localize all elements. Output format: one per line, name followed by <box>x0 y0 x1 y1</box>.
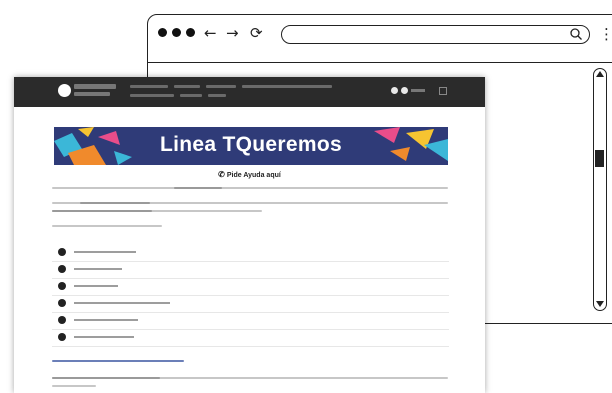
bullet-icon <box>58 265 66 273</box>
phone-icon: ✆ <box>218 170 225 179</box>
header-nav <box>130 85 332 89</box>
page-screenshot: Linea TQueremos ✆ Pide Ayuda aquí <box>14 77 485 393</box>
nav-item[interactable] <box>130 85 168 88</box>
nav-item[interactable] <box>130 94 174 97</box>
bullet-icon <box>58 333 66 341</box>
list-item[interactable] <box>52 296 449 313</box>
list-item-label <box>74 336 134 338</box>
window-dot[interactable] <box>172 28 181 37</box>
text-line <box>52 187 448 189</box>
browser-toolbar: ← → ⟳ ⋮ <box>148 15 612 63</box>
scroll-down-arrow-icon[interactable] <box>596 301 604 307</box>
list-item[interactable] <box>52 330 449 347</box>
bullet-icon <box>58 316 66 324</box>
nav-item[interactable] <box>180 94 202 97</box>
list-item[interactable] <box>52 313 449 330</box>
bullet-icon <box>58 299 66 307</box>
help-link[interactable]: ✆ Pide Ayuda aquí <box>14 170 485 179</box>
list-item-label <box>74 319 138 321</box>
link-line[interactable] <box>52 360 184 362</box>
language-selector[interactable] <box>411 89 425 92</box>
scrollbar[interactable] <box>593 68 607 311</box>
site-logo-text <box>74 84 116 89</box>
text-line-bold <box>52 210 152 212</box>
nav-item[interactable] <box>174 85 200 88</box>
banner-title: Linea TQueremos <box>160 133 342 156</box>
address-bar[interactable] <box>281 25 590 44</box>
back-arrow-icon[interactable]: ← <box>204 26 217 41</box>
text-line <box>52 385 96 387</box>
nav-item[interactable] <box>208 94 226 97</box>
menu-kebab-icon[interactable]: ⋮ <box>599 25 612 43</box>
divider <box>52 346 449 347</box>
list-item-label <box>74 285 118 287</box>
window-dot[interactable] <box>158 28 167 37</box>
nav-item[interactable] <box>206 85 236 88</box>
social-icon[interactable] <box>391 87 398 94</box>
hero-banner: Linea TQueremos <box>54 127 448 165</box>
bullet-icon <box>58 282 66 290</box>
site-logo-subtext <box>74 92 110 96</box>
hamburger-menu-icon[interactable] <box>439 87 447 95</box>
scrollbar-thumb[interactable] <box>595 150 604 167</box>
social-icon[interactable] <box>401 87 408 94</box>
list-item-label <box>74 251 136 253</box>
text-line <box>52 225 162 227</box>
nav-item[interactable] <box>242 85 332 88</box>
list-item-label <box>74 268 122 270</box>
text-line-bold <box>174 187 222 189</box>
text-line-bold <box>80 202 150 204</box>
search-icon[interactable] <box>569 27 583 41</box>
scroll-up-arrow-icon[interactable] <box>596 71 604 77</box>
header-nav-row2 <box>130 94 226 98</box>
bullet-icon <box>58 248 66 256</box>
list-item[interactable] <box>52 262 449 279</box>
help-link-label: Pide Ayuda aquí <box>226 172 281 179</box>
window-dot[interactable] <box>186 28 195 37</box>
list-item[interactable] <box>52 279 449 296</box>
reload-icon[interactable]: ⟳ <box>250 26 263 41</box>
text-line-bold <box>52 377 160 379</box>
forward-arrow-icon[interactable]: → <box>226 26 239 41</box>
site-logo-icon[interactable] <box>58 84 71 97</box>
site-header <box>14 77 485 107</box>
header-social-icons <box>391 87 408 94</box>
list-item-label <box>74 302 170 304</box>
window-controls <box>158 28 195 37</box>
list-item[interactable] <box>52 245 449 262</box>
